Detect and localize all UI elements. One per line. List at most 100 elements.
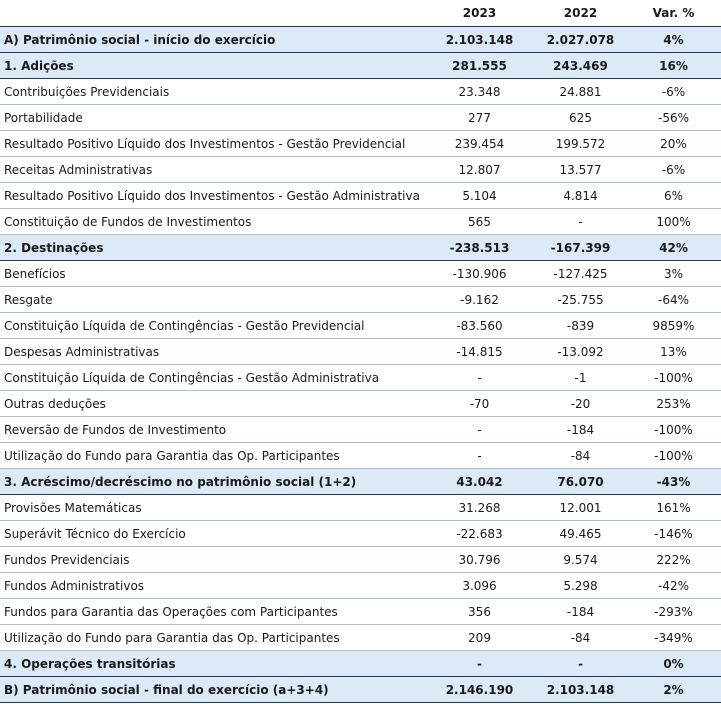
row-variation: -293% bbox=[626, 598, 721, 625]
row-label: Outras deduções bbox=[0, 390, 424, 417]
row-variation: 4% bbox=[626, 26, 721, 53]
row-variation: 9859% bbox=[626, 312, 721, 339]
row-value-2022: 2.103.148 bbox=[535, 676, 626, 703]
row-variation: 16% bbox=[626, 52, 721, 79]
row-value-2022: 13.577 bbox=[535, 156, 626, 183]
row-value-2023: 277 bbox=[424, 104, 535, 131]
row-value-2023: -70 bbox=[424, 390, 535, 417]
row-variation: 0% bbox=[626, 650, 721, 677]
row-value-2022: 24.881 bbox=[535, 78, 626, 105]
header-label bbox=[0, 0, 424, 27]
row-variation: 253% bbox=[626, 390, 721, 417]
row-value-2023: -22.683 bbox=[424, 520, 535, 547]
row-label: Resultado Positivo Líquido dos Investime… bbox=[0, 130, 424, 157]
row-value-2023: 3.096 bbox=[424, 572, 535, 599]
table-row: Benefícios -130.906 -127.425 3% bbox=[0, 260, 721, 287]
row-value-2023: - bbox=[424, 416, 535, 443]
row-label: Constituição Líquida de Contingências - … bbox=[0, 312, 424, 339]
table-section-row: B) Patrimônio social - final do exercíci… bbox=[0, 676, 721, 703]
row-value-2022: 4.814 bbox=[535, 182, 626, 209]
table-row: Utilização do Fundo para Garantia das Op… bbox=[0, 624, 721, 651]
row-value-2023: 356 bbox=[424, 598, 535, 625]
row-variation: -6% bbox=[626, 156, 721, 183]
table-section-row: 3. Acréscimo/decréscimo no patrimônio so… bbox=[0, 468, 721, 495]
table-row: Fundos Previdenciais 30.796 9.574 222% bbox=[0, 546, 721, 573]
row-value-2022: -13.092 bbox=[535, 338, 626, 365]
row-label: Provisões Matemáticas bbox=[0, 494, 424, 521]
table-section-row: 2. Destinações -238.513 -167.399 42% bbox=[0, 234, 721, 261]
table-row: Despesas Administrativas -14.815 -13.092 13… bbox=[0, 338, 721, 365]
table-row: Contribuições Previdenciais 23.348 24.881-… bbox=[0, 78, 721, 105]
row-variation: -100% bbox=[626, 416, 721, 443]
row-label: Fundos Administrativos bbox=[0, 572, 424, 599]
table-row: Utilização do Fundo para Garantia das Op… bbox=[0, 442, 721, 469]
row-value-2022: 625 bbox=[535, 104, 626, 131]
table-row: Constituição Líquida de Contingências - … bbox=[0, 364, 721, 391]
table-row: Receitas Administrativas 12.807 13.577 -6% bbox=[0, 156, 721, 183]
row-value-2022: -184 bbox=[535, 598, 626, 625]
row-variation: 6% bbox=[626, 182, 721, 209]
row-variation: -56% bbox=[626, 104, 721, 131]
table-row: Reversão de Fundos de Investimento - -184-… bbox=[0, 416, 721, 443]
row-value-2022: -167.399 bbox=[535, 234, 626, 261]
row-value-2023: 23.348 bbox=[424, 78, 535, 105]
row-label: Utilização do Fundo para Garantia das Op… bbox=[0, 442, 424, 469]
row-label: Resultado Positivo Líquido dos Investime… bbox=[0, 182, 424, 209]
statement-table: 2023 2022 Var. % A) Patrimônio social - … bbox=[0, 0, 721, 703]
header-year-2022: 2022 bbox=[535, 0, 626, 27]
row-value-2023: 565 bbox=[424, 208, 535, 235]
table-row: Fundos Administrativos 3.096 5.298 -42% bbox=[0, 572, 721, 599]
header-year-2023: 2023 bbox=[424, 0, 535, 27]
table-row: Portabilidade 277 625 -56% bbox=[0, 104, 721, 131]
row-label: A) Patrimônio social - início do exercíc… bbox=[0, 26, 424, 53]
table-row: Provisões Matemáticas 31.268 12.001 161% bbox=[0, 494, 721, 521]
row-label: 4. Operações transitórias bbox=[0, 650, 424, 677]
row-variation: 2% bbox=[626, 676, 721, 703]
row-value-2022: 49.465 bbox=[535, 520, 626, 547]
row-variation: 161% bbox=[626, 494, 721, 521]
row-variation: 3% bbox=[626, 260, 721, 287]
row-value-2023: - bbox=[424, 442, 535, 469]
row-label: Utilização do Fundo para Garantia das Op… bbox=[0, 624, 424, 651]
table-row: Fundos para Garantia das Operações com P… bbox=[0, 598, 721, 625]
row-label: Constituição Líquida de Contingências - … bbox=[0, 364, 424, 391]
row-value-2023: 2.103.148 bbox=[424, 26, 535, 53]
row-variation: -146% bbox=[626, 520, 721, 547]
table-row: Outras deduções -70 -20 253% bbox=[0, 390, 721, 417]
row-label: Reversão de Fundos de Investimento bbox=[0, 416, 424, 443]
row-value-2022: - bbox=[535, 208, 626, 235]
row-value-2023: 30.796 bbox=[424, 546, 535, 573]
row-value-2022: 2.027.078 bbox=[535, 26, 626, 53]
row-label: Receitas Administrativas bbox=[0, 156, 424, 183]
row-value-2023: -130.906 bbox=[424, 260, 535, 287]
table-header-row: 2023 2022 Var. % bbox=[0, 0, 721, 27]
row-variation: 20% bbox=[626, 130, 721, 157]
table-row: Constituição Líquida de Contingências - … bbox=[0, 312, 721, 339]
table-section-row: 1. Adições 281.555 243.469 16% bbox=[0, 52, 721, 79]
row-variation: -100% bbox=[626, 364, 721, 391]
row-value-2022: -184 bbox=[535, 416, 626, 443]
row-value-2023: - bbox=[424, 364, 535, 391]
row-value-2022: -84 bbox=[535, 442, 626, 469]
table-row: Resgate -9.162 -25.755 -64% bbox=[0, 286, 721, 313]
row-value-2023: 209 bbox=[424, 624, 535, 651]
row-value-2022: 243.469 bbox=[535, 52, 626, 79]
row-variation: -100% bbox=[626, 442, 721, 469]
header-variation: Var. % bbox=[626, 0, 721, 27]
row-variation: -64% bbox=[626, 286, 721, 313]
row-label: 2. Destinações bbox=[0, 234, 424, 261]
row-value-2022: 76.070 bbox=[535, 468, 626, 495]
row-label: Fundos Previdenciais bbox=[0, 546, 424, 573]
row-value-2022: 12.001 bbox=[535, 494, 626, 521]
row-value-2023: - bbox=[424, 650, 535, 677]
row-label: Despesas Administrativas bbox=[0, 338, 424, 365]
row-label: Benefícios bbox=[0, 260, 424, 287]
row-value-2022: -127.425 bbox=[535, 260, 626, 287]
row-variation: -43% bbox=[626, 468, 721, 495]
row-value-2023: 281.555 bbox=[424, 52, 535, 79]
table-row: Superávit Técnico do Exercício -22.683 49.… bbox=[0, 520, 721, 547]
row-value-2023: -9.162 bbox=[424, 286, 535, 313]
row-value-2022: 199.572 bbox=[535, 130, 626, 157]
row-value-2023: -83.560 bbox=[424, 312, 535, 339]
row-value-2023: 43.042 bbox=[424, 468, 535, 495]
